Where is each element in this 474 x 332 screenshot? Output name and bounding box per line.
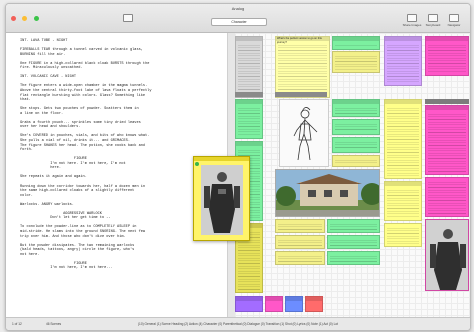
index-card[interactable] bbox=[275, 219, 325, 233]
view-mode-popup[interactable]: Character bbox=[211, 18, 267, 26]
image-card[interactable] bbox=[425, 219, 469, 291]
house-photo bbox=[276, 170, 379, 216]
card-title: What's the perfect version to go on this… bbox=[276, 37, 329, 44]
character-photo bbox=[201, 165, 243, 235]
index-card[interactable] bbox=[332, 51, 380, 73]
index-card[interactable] bbox=[425, 105, 469, 175]
view-icon bbox=[123, 14, 133, 22]
share-icon bbox=[407, 14, 417, 22]
warlock-figure-image bbox=[426, 220, 468, 290]
toolbar-left-button[interactable] bbox=[117, 14, 139, 23]
index-card[interactable] bbox=[332, 119, 380, 135]
minimize-button[interactable] bbox=[22, 16, 28, 21]
column-header[interactable] bbox=[235, 92, 263, 97]
index-card[interactable] bbox=[332, 36, 380, 50]
floating-window-header[interactable] bbox=[194, 157, 249, 161]
window-title: Analog bbox=[231, 6, 245, 11]
storyboard-icon bbox=[428, 14, 438, 22]
status-bar: 1 of 12 46 Scenes (10) General (1) Scene… bbox=[6, 317, 470, 330]
close-button[interactable] bbox=[11, 16, 16, 21]
index-card-board[interactable]: What's the perfect version to go on this… bbox=[235, 33, 470, 317]
index-card[interactable] bbox=[275, 251, 325, 265]
index-card[interactable] bbox=[327, 235, 380, 249]
index-card[interactable] bbox=[235, 99, 263, 139]
index-card[interactable] bbox=[384, 99, 422, 179]
navigator-button[interactable]: Navigator bbox=[443, 14, 465, 27]
index-card[interactable] bbox=[384, 223, 422, 247]
title-bar: Analog Character Share Images Storyboard… bbox=[6, 4, 470, 33]
index-card[interactable] bbox=[332, 155, 380, 167]
image-card[interactable] bbox=[279, 99, 329, 167]
column-header[interactable] bbox=[275, 92, 327, 97]
app-window: Analog Character Share Images Storyboard… bbox=[5, 3, 471, 331]
scene-count: 46 Scenes bbox=[46, 322, 62, 326]
zoom-button[interactable] bbox=[33, 16, 39, 21]
index-card[interactable] bbox=[332, 137, 380, 153]
index-card[interactable] bbox=[305, 296, 323, 312]
index-card[interactable] bbox=[327, 219, 380, 233]
index-card[interactable] bbox=[265, 296, 283, 312]
status-dot-icon bbox=[195, 162, 199, 166]
navigator-icon bbox=[449, 14, 459, 22]
index-card[interactable]: What's the perfect version to go on this… bbox=[275, 36, 330, 98]
element-legend: (10) General (1) Scene Heading (2) Actio… bbox=[138, 322, 339, 326]
index-card[interactable] bbox=[425, 36, 469, 76]
index-card[interactable] bbox=[235, 36, 263, 98]
page-indicator: 1 of 12 bbox=[12, 322, 22, 326]
column-header[interactable] bbox=[425, 99, 469, 104]
photo-card[interactable] bbox=[275, 169, 380, 217]
share-images-button[interactable]: Share Images bbox=[401, 14, 423, 27]
storyboard-button[interactable]: Storyboard bbox=[422, 14, 444, 27]
index-card[interactable] bbox=[332, 99, 380, 117]
index-card[interactable] bbox=[384, 181, 422, 221]
screenplay-text[interactable]: INT. LAVA TUBE - NIGHT FIREBALLS TEAR th… bbox=[20, 39, 220, 271]
index-card[interactable] bbox=[235, 296, 263, 312]
index-card[interactable] bbox=[425, 177, 469, 217]
index-card[interactable] bbox=[275, 235, 325, 249]
index-card[interactable] bbox=[384, 36, 422, 86]
sketch-illustration bbox=[293, 107, 318, 161]
floating-image-window[interactable] bbox=[193, 156, 250, 241]
index-card[interactable] bbox=[327, 251, 380, 265]
index-card[interactable] bbox=[285, 296, 303, 312]
